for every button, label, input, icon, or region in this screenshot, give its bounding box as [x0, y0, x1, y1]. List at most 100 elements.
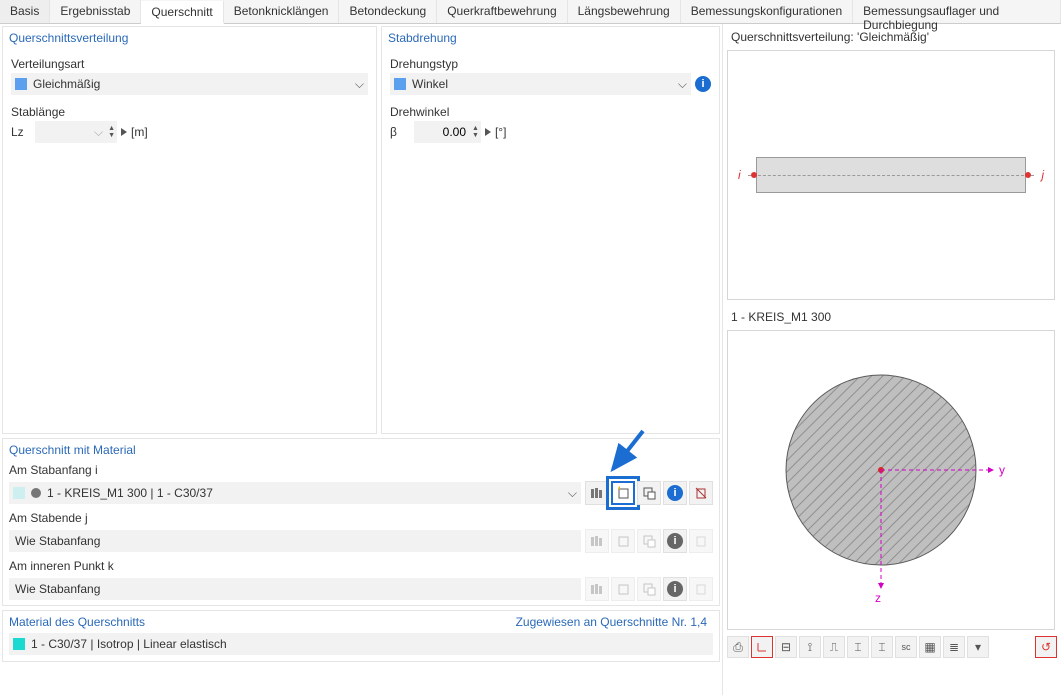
label-distribution-type: Verteilungsart [11, 57, 368, 71]
library-button [585, 577, 609, 601]
info-button[interactable]: i [663, 529, 687, 553]
symbol-beta: β [390, 125, 410, 139]
info-icon[interactable]: i [695, 76, 711, 92]
length-value[interactable] [35, 122, 91, 142]
info-button[interactable]: i [663, 481, 687, 505]
new-section-button [611, 529, 635, 553]
color-swatch [13, 487, 25, 499]
angle-value[interactable] [414, 122, 470, 142]
spin-up-icon[interactable]: ▲ [470, 125, 481, 132]
tool-menu[interactable]: ▾ [967, 636, 989, 658]
panel-rotation: Stabdrehung Drehungstyp Winkel ⌵ i Drehw… [381, 26, 720, 434]
label-end: Am Stabende j [3, 509, 719, 527]
preview-distribution: i j [727, 50, 1055, 300]
tool-reset[interactable]: ↺ [1035, 636, 1057, 658]
label-start: Am Stabanfang i [3, 461, 719, 479]
tab-querkraftbewehrung[interactable]: Querkraftbewehrung [437, 0, 567, 23]
tab-betonknicklaengen[interactable]: Betonknicklängen [224, 0, 340, 23]
chevron-down-icon[interactable]: ⌵ [91, 125, 106, 140]
tool-ref[interactable]: ⟟ [799, 636, 821, 658]
delete-button [689, 529, 713, 553]
apply-icon[interactable] [485, 128, 491, 136]
tool-list[interactable]: ≣ [943, 636, 965, 658]
color-swatch [13, 638, 25, 650]
tab-ergebnisstab[interactable]: Ergebnisstab [50, 0, 141, 23]
start-section-buttons: i [585, 481, 713, 505]
new-section-button [611, 577, 635, 601]
dropdown-value: Winkel [412, 77, 448, 91]
chevron-down-icon: ⌵ [678, 77, 687, 92]
library-button [585, 529, 609, 553]
spin-down-icon[interactable]: ▼ [106, 132, 117, 139]
tab-bemessungsauflager[interactable]: Bemessungsauflager und Durchbiegung [853, 0, 1061, 23]
label-i: i [738, 168, 741, 182]
panel-title: Querschnittsverteilung [3, 27, 376, 51]
library-button[interactable] [585, 481, 609, 505]
tool-print[interactable]: ⎙ [727, 636, 749, 658]
symbol-lz: Lz [11, 125, 31, 139]
new-section-button[interactable] [611, 481, 635, 505]
info-icon: i [667, 485, 683, 501]
tool-local[interactable]: ⎍ [823, 636, 845, 658]
label-inner: Am inneren Punkt k [3, 557, 719, 575]
info-button[interactable]: i [663, 577, 687, 601]
preview-bot-title: 1 - KREIS_M1 300 [723, 304, 1061, 328]
panel-title: Stabdrehung [382, 27, 719, 51]
dropdown-material[interactable]: 1 - C30/37 | Isotrop | Linear elastisch [9, 633, 713, 655]
panel-title: Material des Querschnitts [9, 615, 145, 629]
label-rotation-type: Drehungstyp [390, 57, 711, 71]
preview-toolbar: ⎙ ⊟ ⟟ ⎍ ⌶ ⌶ sc ▦ ≣ ▾ ↺ [723, 634, 1061, 660]
inner-section-value: Wie Stabanfang [9, 578, 581, 600]
spin-down-icon[interactable]: ▼ [470, 132, 481, 139]
apply-icon[interactable] [121, 128, 127, 136]
tab-betondeckung[interactable]: Betondeckung [339, 0, 437, 23]
tab-laengsbewehrung[interactable]: Längsbewehrung [568, 0, 681, 23]
info-icon: i [667, 581, 683, 597]
input-member-length[interactable]: ⌵ ▲ ▼ [35, 121, 117, 143]
edit-section-button [637, 529, 661, 553]
dropdown-start-section[interactable]: 1 - KREIS_M1 300 | 1 - C30/37 ⌵ [9, 482, 581, 504]
tool-grid[interactable]: ▦ [919, 636, 941, 658]
color-swatch [394, 78, 406, 90]
label-member-length: Stablänge [11, 105, 368, 119]
section-diagram: y z [761, 350, 1021, 610]
assigned-info: Zugewiesen an Querschnitte Nr. 1,4 [516, 615, 713, 629]
tab-basis[interactable]: Basis [0, 0, 50, 23]
delete-button [689, 577, 713, 601]
tool-dimensions[interactable]: ⊟ [775, 636, 797, 658]
tab-querschnitt[interactable]: Querschnitt [141, 1, 223, 24]
section-shape-icon [31, 488, 41, 498]
dropdown-distribution-type[interactable]: Gleichmäßig ⌵ [11, 73, 368, 95]
tool-axes[interactable] [751, 636, 773, 658]
delete-button[interactable] [689, 481, 713, 505]
axis-z-label: z [875, 591, 881, 605]
dropdown-value: 1 - KREIS_M1 300 | 1 - C30/37 [47, 486, 213, 500]
chevron-down-icon: ⌵ [355, 77, 364, 92]
end-section-buttons: i [585, 529, 713, 553]
tab-bar: Basis Ergebnisstab Querschnitt Betonknic… [0, 0, 1061, 24]
label-j: j [1041, 168, 1044, 182]
unit-label: [°] [495, 125, 506, 139]
axis-y-label: y [999, 463, 1005, 477]
tab-bemessungskonfigurationen[interactable]: Bemessungskonfigurationen [681, 0, 853, 23]
panel-cross-section: Querschnitt mit Material Am Stabanfang i… [2, 438, 720, 606]
spin-up-icon[interactable]: ▲ [106, 125, 117, 132]
panel-title: Querschnitt mit Material [3, 439, 719, 461]
tool-section1[interactable]: ⌶ [847, 636, 869, 658]
info-icon: i [667, 533, 683, 549]
end-section-value: Wie Stabanfang [9, 530, 581, 552]
beam-diagram: i j [748, 157, 1034, 193]
panel-distribution: Querschnittsverteilung Verteilungsart Gl… [2, 26, 377, 434]
dropdown-value: Gleichmäßig [33, 77, 100, 91]
tool-section2[interactable]: ⌶ [871, 636, 893, 658]
tool-sc[interactable]: sc [895, 636, 917, 658]
input-rotation-angle[interactable]: ▲ ▼ [414, 121, 481, 143]
dropdown-rotation-type[interactable]: Winkel ⌵ [390, 73, 691, 95]
dropdown-value: 1 - C30/37 | Isotrop | Linear elastisch [31, 637, 227, 651]
edit-section-button [637, 577, 661, 601]
edit-section-button[interactable] [637, 481, 661, 505]
chevron-down-icon: ⌵ [568, 486, 577, 501]
panel-material: Material des Querschnitts Zugewiesen an … [2, 610, 720, 662]
label-rotation-angle: Drehwinkel [390, 105, 711, 119]
unit-label: [m] [131, 125, 148, 139]
